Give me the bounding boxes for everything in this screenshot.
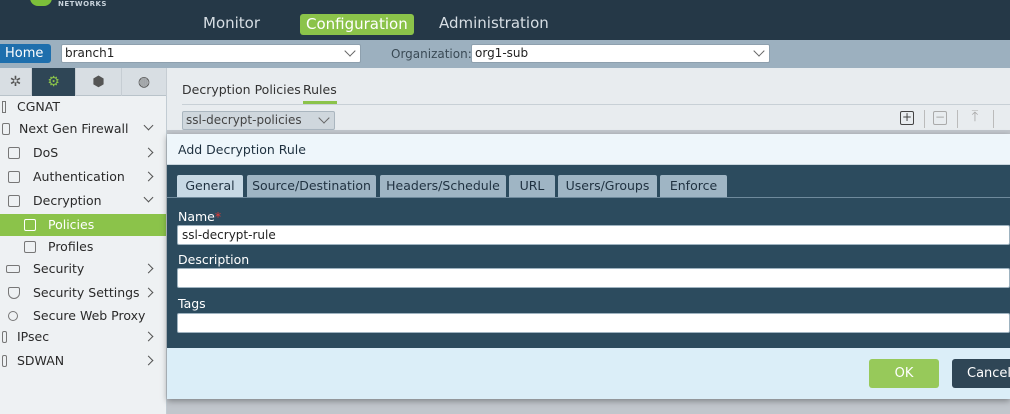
chevron-right-icon bbox=[143, 331, 154, 342]
chevron-down-icon bbox=[753, 45, 765, 57]
policy-document-icon bbox=[24, 219, 36, 231]
organization-select[interactable]: org1-sub bbox=[471, 44, 770, 63]
name-label-text: Name bbox=[178, 209, 215, 224]
chevron-down-icon bbox=[143, 120, 154, 131]
globe-settings-icon[interactable]: ◍ bbox=[122, 68, 167, 96]
sidebar-item-label: Profiles bbox=[48, 239, 94, 254]
organization-label: Organization: bbox=[391, 47, 472, 61]
top-nav-bar: NETWORKS Monitor Configuration Administr… bbox=[0, 0, 1010, 40]
sidebar-item-label: Secure Web Proxy bbox=[33, 308, 146, 323]
ipsec-icon bbox=[2, 331, 7, 343]
sidebar-item-label: Decryption bbox=[33, 193, 102, 208]
tab-headers-schedule[interactable]: Headers/Schedule bbox=[380, 175, 506, 197]
sidebar-item-label: Security Settings bbox=[33, 285, 140, 300]
tab-decryption-policies[interactable]: Decryption Policies bbox=[182, 82, 301, 97]
sidebar-item-profiles[interactable]: Profiles bbox=[0, 236, 166, 258]
tags-input[interactable] bbox=[177, 313, 1010, 333]
nav-monitor[interactable]: Monitor bbox=[203, 14, 260, 32]
home-button[interactable]: Home bbox=[0, 44, 51, 63]
sidebar-item-next-gen-firewall[interactable]: Next Gen Firewall bbox=[0, 118, 166, 140]
sidebar-item-label: Security bbox=[33, 261, 85, 276]
cgnat-icon bbox=[2, 101, 6, 113]
sidebar-item-cgnat[interactable]: CGNAT bbox=[0, 96, 166, 118]
sidebar-item-dos[interactable]: DoS bbox=[0, 142, 166, 164]
name-input[interactable]: ssl-decrypt-rule bbox=[177, 225, 1010, 245]
tab-general[interactable]: General bbox=[177, 175, 243, 197]
firewall-icon bbox=[2, 123, 10, 135]
add-icon[interactable]: + bbox=[900, 111, 914, 125]
dos-icon bbox=[8, 147, 20, 159]
sidebar-tabs: ✲ ⚙ ⬢ ◍ bbox=[0, 68, 167, 96]
sidebar-item-authentication[interactable]: Authentication bbox=[0, 166, 166, 188]
dialog-title: Add Decryption Rule bbox=[167, 134, 1010, 165]
chevron-down-icon bbox=[318, 112, 330, 124]
sidebar-item-label: IPsec bbox=[17, 329, 50, 344]
remove-icon[interactable]: − bbox=[933, 111, 947, 125]
brand-logo-text: NETWORKS bbox=[58, 0, 107, 8]
gear-icon[interactable]: ⚙ bbox=[32, 68, 76, 96]
sidebar-item-sdwan[interactable]: SDWAN bbox=[0, 350, 166, 372]
chevron-down-icon bbox=[344, 45, 356, 57]
sdwan-icon bbox=[2, 355, 7, 367]
branch-select-value: branch1 bbox=[65, 46, 115, 60]
policy-select[interactable]: ssl-decrypt-policies bbox=[182, 111, 335, 130]
toolbar-divider bbox=[957, 110, 958, 128]
description-input[interactable] bbox=[177, 268, 1010, 288]
name-label: Name* bbox=[178, 209, 221, 224]
chevron-right-icon bbox=[143, 171, 154, 182]
authentication-icon bbox=[8, 171, 20, 183]
chevron-right-icon bbox=[143, 287, 154, 298]
add-decryption-rule-dialog: Add Decryption Rule General Source/Desti… bbox=[167, 134, 1010, 399]
chevron-right-icon bbox=[143, 147, 154, 158]
brand-logo-icon bbox=[30, 0, 52, 6]
sidebar-item-ipsec[interactable]: IPsec bbox=[0, 326, 166, 348]
sidebar-item-secure-web-proxy[interactable]: Secure Web Proxy bbox=[0, 305, 166, 327]
profiles-icon bbox=[24, 241, 36, 253]
sidebar-item-policies[interactable]: Policies bbox=[0, 214, 166, 236]
branch-select[interactable]: branch1 bbox=[61, 44, 361, 63]
sidebar-item-label: Next Gen Firewall bbox=[19, 121, 129, 136]
required-marker: * bbox=[214, 209, 222, 224]
move-top-icon[interactable]: ⤒ bbox=[968, 109, 982, 125]
cancel-button[interactable]: Cancel bbox=[952, 359, 1010, 388]
chevron-right-icon bbox=[143, 263, 154, 274]
sidebar-item-label: Authentication bbox=[33, 169, 125, 184]
unlock-icon bbox=[8, 195, 20, 207]
sidebar-item-label: CGNAT bbox=[17, 99, 60, 114]
nav-administration[interactable]: Administration bbox=[439, 14, 549, 32]
chevron-right-icon bbox=[143, 355, 154, 366]
toolbar-divider bbox=[924, 110, 925, 128]
sidebar-item-security[interactable]: Security bbox=[0, 258, 166, 280]
tab-rules[interactable]: Rules bbox=[303, 82, 337, 104]
sidebar: ✲ ⚙ ⬢ ◍ CGNAT Next Gen Firewall DoS Auth… bbox=[0, 68, 167, 414]
globe-icon bbox=[8, 311, 18, 321]
tab-users-groups[interactable]: Users/Groups bbox=[558, 175, 657, 197]
toolbar-divider bbox=[993, 110, 994, 128]
sidebar-item-security-settings[interactable]: Security Settings bbox=[0, 282, 166, 304]
network-icon[interactable]: ✲ bbox=[0, 68, 32, 96]
tab-url[interactable]: URL bbox=[509, 175, 555, 197]
security-icon bbox=[6, 265, 20, 273]
organization-select-value: org1-sub bbox=[475, 46, 529, 60]
description-label: Description bbox=[178, 252, 250, 267]
cube-icon[interactable]: ⬢ bbox=[76, 68, 122, 96]
shield-icon bbox=[8, 287, 20, 299]
context-bar: Home branch1 Organization: org1-sub bbox=[0, 40, 1010, 68]
tags-label: Tags bbox=[178, 296, 206, 311]
sidebar-item-label: DoS bbox=[33, 145, 59, 160]
tab-divider bbox=[167, 197, 1010, 198]
tab-divider bbox=[182, 104, 1010, 105]
dialog-body: General Source/Destination Headers/Sched… bbox=[167, 165, 1010, 348]
ok-button[interactable]: OK bbox=[869, 359, 939, 388]
tab-source-destination[interactable]: Source/Destination bbox=[247, 175, 376, 197]
sidebar-item-decryption[interactable]: Decryption bbox=[0, 190, 166, 212]
sidebar-item-label: SDWAN bbox=[17, 353, 65, 368]
policy-select-value: ssl-decrypt-policies bbox=[186, 113, 302, 127]
nav-configuration[interactable]: Configuration bbox=[300, 14, 414, 35]
sidebar-item-label: Policies bbox=[48, 217, 95, 232]
tab-enforce[interactable]: Enforce bbox=[660, 175, 727, 197]
chevron-down-icon bbox=[143, 192, 154, 203]
